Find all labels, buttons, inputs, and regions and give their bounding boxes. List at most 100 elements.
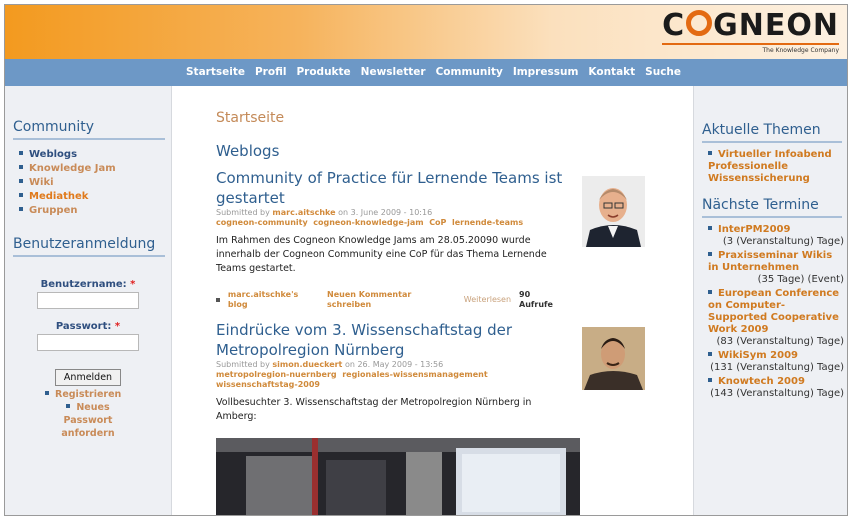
event-info: (131 (Veranstaltung) Tage) xyxy=(710,362,844,373)
blog-link[interactable]: marc.aitschke's blog xyxy=(228,290,319,310)
page-title: Startseite xyxy=(216,110,285,126)
event-item: European Conference on Computer-Supporte… xyxy=(708,288,844,348)
password-field[interactable] xyxy=(37,334,139,351)
new-password-link[interactable]: Neues Passwort anfordern xyxy=(45,401,171,440)
post-author[interactable]: simon.dueckert xyxy=(272,360,342,369)
menu-item-wiki[interactable]: Wiki xyxy=(19,176,171,190)
section-title: Weblogs xyxy=(216,142,280,160)
author-avatar[interactable] xyxy=(582,176,645,247)
view-count: 90 Aufrufe xyxy=(519,290,553,309)
bullet-icon xyxy=(708,352,712,356)
post-title[interactable]: Community of Practice für Lernende Teams… xyxy=(216,168,566,208)
blog-post-2: Eindrücke vom 3. Wissenschaftstag der Me… xyxy=(216,320,566,424)
event-item: Praxisseminar Wikis in Unternehmen (35 T… xyxy=(708,250,844,286)
event-info: (83 (Veranstaltung) Tage) xyxy=(716,336,844,347)
browser-page: C GNEON The Knowledge Company Startseite … xyxy=(4,4,848,516)
bullet-icon xyxy=(708,252,712,256)
bullet-icon xyxy=(708,290,712,294)
login-links: Registrieren Neues Passwort anfordern xyxy=(5,388,171,440)
read-more-link[interactable]: Weiterlesen xyxy=(464,295,511,305)
event-title[interactable]: European Conference on Computer-Supporte… xyxy=(708,288,844,336)
community-block-title: Community xyxy=(13,119,165,140)
bullet-icon xyxy=(216,298,220,302)
event-item: InterPM2009 (3 (Veranstaltung) Tage) xyxy=(708,224,844,248)
tag-link[interactable]: cogneon-community xyxy=(216,218,308,227)
username-label: Benutzername: * xyxy=(40,279,136,290)
menu-item-weblogs[interactable]: Weblogs xyxy=(19,148,171,162)
conference-photo-icon xyxy=(216,438,580,515)
password-label: Passwort: * xyxy=(55,321,121,332)
login-button[interactable]: Anmelden xyxy=(54,369,122,386)
event-info: (143 (Veranstaltung) Tage) xyxy=(710,388,844,399)
blog-post-1: Community of Practice für Lernende Teams… xyxy=(216,168,566,310)
bullet-icon xyxy=(708,226,712,230)
events-block-title: Nächste Termine xyxy=(702,197,842,218)
event-item: WikiSym 2009 (131 (Veranstaltung) Tage) xyxy=(708,350,844,374)
register-link[interactable]: Registrieren xyxy=(45,388,171,401)
logo-wordmark: C GNEON xyxy=(662,8,839,43)
nav-startseite[interactable]: Startseite xyxy=(186,66,245,78)
portrait-icon xyxy=(582,327,645,390)
tag-link[interactable]: regionales-wissensmanagement xyxy=(342,370,487,379)
nav-newsletter[interactable]: Newsletter xyxy=(361,66,426,78)
bullet-icon xyxy=(19,193,23,197)
comment-link[interactable]: Neuen Kommentar schreiben xyxy=(327,290,456,310)
events-list: InterPM2009 (3 (Veranstaltung) Tage) Pra… xyxy=(694,224,847,400)
event-info: (35 Tage) (Event) xyxy=(757,274,844,285)
post-meta: Submitted by simon.dueckert on 26. May 2… xyxy=(216,360,444,369)
main-navigation: Startseite Profil Produkte Newsletter Co… xyxy=(5,59,847,86)
topics-block-title: Aktuelle Themen xyxy=(702,122,842,143)
portrait-icon xyxy=(582,176,645,247)
username-field[interactable] xyxy=(37,292,139,309)
nav-produkte[interactable]: Produkte xyxy=(296,66,350,78)
cogneon-logo[interactable]: C GNEON The Knowledge Company xyxy=(662,9,839,54)
post-meta: Submitted by marc.aitschke on 3. June 20… xyxy=(216,208,433,217)
post-title[interactable]: Eindrücke vom 3. Wissenschaftstag der Me… xyxy=(216,320,566,360)
right-sidebar: Aktuelle Themen Virtueller Infoabend Pro… xyxy=(693,86,847,515)
post-tags: cogneon-community cogneon-knowledge-jam … xyxy=(216,218,566,228)
bullet-icon xyxy=(708,378,712,382)
post-tags: metropolregion-nuernberg regionales-wiss… xyxy=(216,370,566,390)
post-body: Vollbesuchter 3. Wissenschaftstag der Me… xyxy=(216,397,532,422)
bullet-icon xyxy=(66,404,71,408)
community-menu: Weblogs Knowledge Jam Wiki Mediathek Gru… xyxy=(5,148,171,218)
menu-item-gruppen[interactable]: Gruppen xyxy=(19,204,171,218)
nav-community[interactable]: Community xyxy=(436,66,503,78)
logo-o-icon xyxy=(686,10,713,36)
post-links: marc.aitschke's blog Neuen Kommentar sch… xyxy=(216,290,566,310)
menu-item-mediathek[interactable]: Mediathek xyxy=(19,190,171,204)
menu-item-knowledge-jam[interactable]: Knowledge Jam xyxy=(19,162,171,176)
post-body: Im Rahmen des Cogneon Knowledge Jams am … xyxy=(216,235,547,274)
nav-profil[interactable]: Profil xyxy=(255,66,286,78)
header-banner: C GNEON The Knowledge Company xyxy=(5,5,847,59)
bullet-icon xyxy=(19,179,23,183)
nav-impressum[interactable]: Impressum xyxy=(513,66,579,78)
login-block-title: Benutzeranmeldung xyxy=(13,236,165,257)
tag-link[interactable]: lernende-teams xyxy=(452,218,523,227)
nav-suche[interactable]: Suche xyxy=(645,66,681,78)
tag-link[interactable]: metropolregion-nuernberg xyxy=(216,370,337,379)
tag-link[interactable]: wissenschaftstag-2009 xyxy=(216,380,320,389)
event-info: (3 (Veranstaltung) Tage) xyxy=(722,236,844,247)
tag-link[interactable]: cogneon-knowledge-jam xyxy=(313,218,423,227)
event-title[interactable]: WikiSym 2009 xyxy=(708,350,844,362)
author-avatar[interactable] xyxy=(582,327,645,390)
logo-underline xyxy=(662,43,839,45)
topic-item[interactable]: Virtueller Infoabend Professionelle Wiss… xyxy=(708,149,844,185)
left-sidebar: Community Weblogs Knowledge Jam Wiki Med… xyxy=(5,86,172,515)
bullet-icon xyxy=(45,391,49,395)
nav-kontakt[interactable]: Kontakt xyxy=(588,66,635,78)
logo-tagline: The Knowledge Company xyxy=(762,47,840,54)
event-photo[interactable] xyxy=(216,438,580,515)
bullet-icon xyxy=(19,207,23,211)
main-content: Startseite Weblogs Community of Practice… xyxy=(172,86,693,515)
event-title[interactable]: Praxisseminar Wikis in Unternehmen xyxy=(708,250,844,274)
bullet-icon xyxy=(19,165,23,169)
tag-link[interactable]: CoP xyxy=(429,218,446,227)
topics-list: Virtueller Infoabend Professionelle Wiss… xyxy=(694,149,847,185)
event-item: Knowtech 2009 (143 (Veranstaltung) Tage) xyxy=(708,376,844,400)
bullet-icon xyxy=(19,151,23,155)
event-title[interactable]: Knowtech 2009 xyxy=(708,376,844,388)
event-title[interactable]: InterPM2009 xyxy=(708,224,844,236)
post-author[interactable]: marc.aitschke xyxy=(272,208,335,217)
